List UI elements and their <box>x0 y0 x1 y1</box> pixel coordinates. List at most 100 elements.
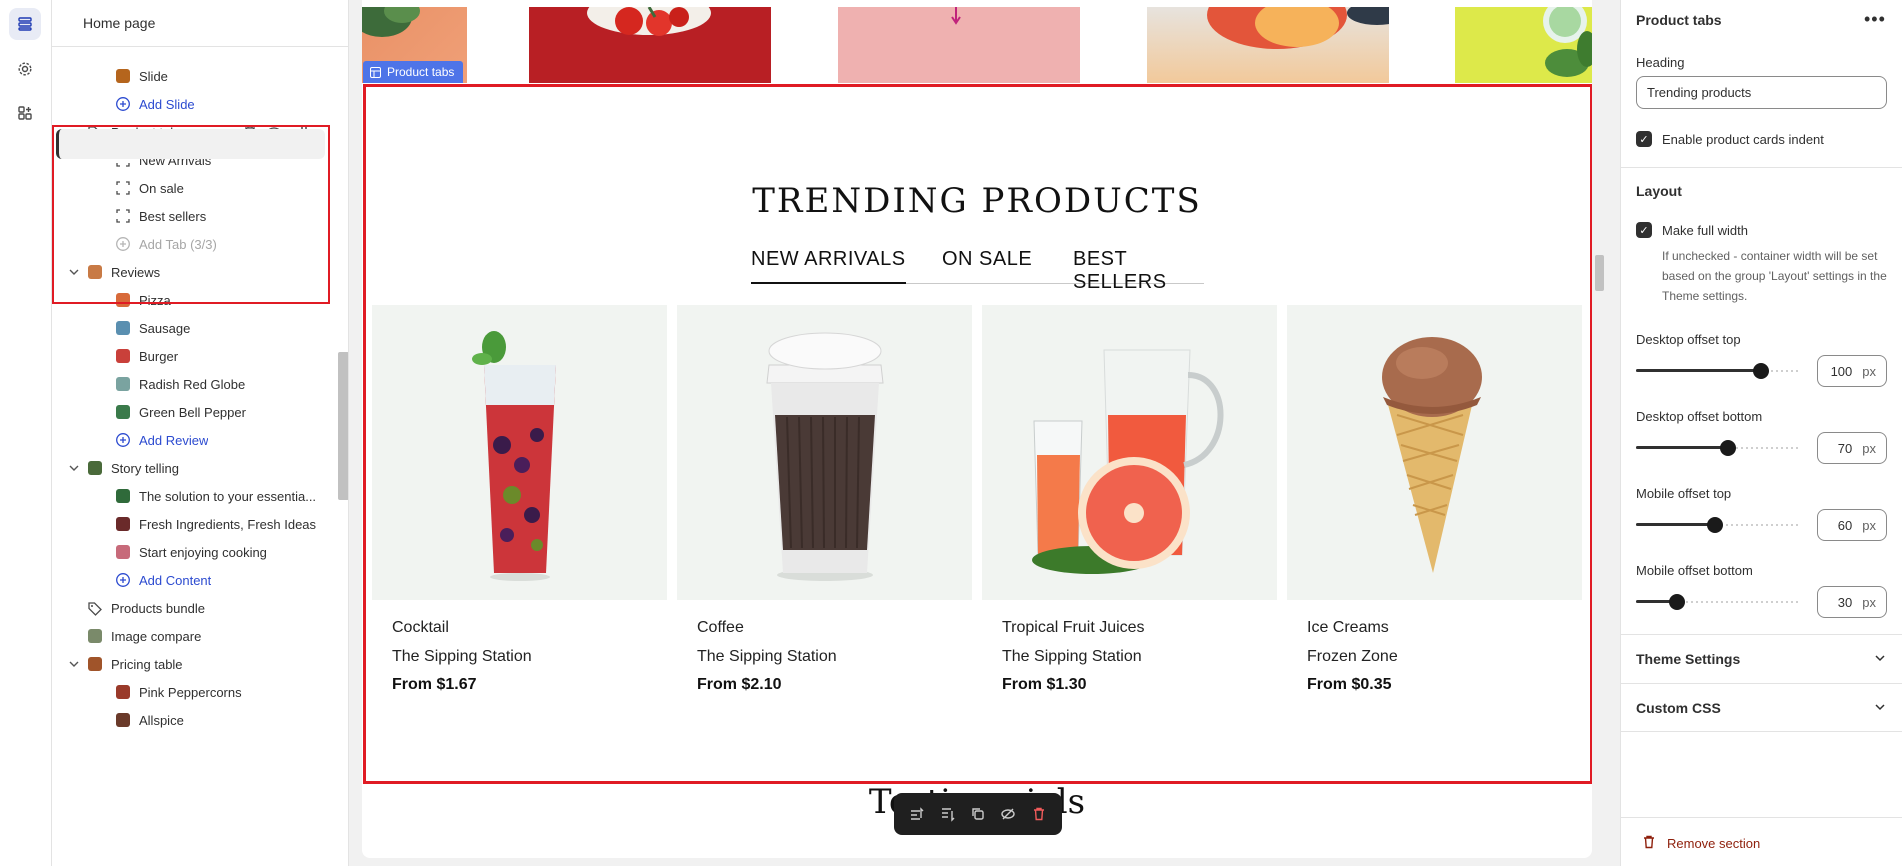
enable-indent-label: Enable product cards indent <box>1662 132 1824 147</box>
product-image-cocktail[interactable] <box>372 305 667 600</box>
canvas-scrollbar[interactable] <box>1592 0 1606 858</box>
heading-input[interactable] <box>1636 76 1887 109</box>
mobile-offset-top-input[interactable]: 60 px <box>1817 509 1887 541</box>
add-circle-icon <box>115 572 131 588</box>
section-tag[interactable]: Product tabs <box>363 61 464 83</box>
sidebar-item-label: Start enjoying cooking <box>139 545 267 560</box>
chevron-down-icon <box>1875 704 1885 711</box>
unit-text: px <box>1862 363 1876 379</box>
unit-text: px <box>1862 440 1876 456</box>
divider <box>1621 167 1902 168</box>
slide-image[interactable] <box>838 7 1080 83</box>
app-rail <box>0 0 52 866</box>
enable-indent-checkbox[interactable]: ✓ <box>1636 131 1652 147</box>
slider-knob[interactable] <box>1669 594 1685 610</box>
theme-settings-toggle[interactable]: Theme Settings <box>1621 634 1902 682</box>
chevron-down-icon[interactable] <box>68 462 80 474</box>
product-price: From $1.67 <box>392 676 477 693</box>
slider-knob[interactable] <box>1753 363 1769 379</box>
product-name[interactable]: Coffee <box>697 619 744 637</box>
sidebar-item-label: The solution to your essentia... <box>139 489 317 504</box>
product-tabs-highlight <box>52 125 330 304</box>
product-card[interactable]: Cocktail The Sipping Station From $1.67 <box>372 305 667 693</box>
move-up-icon[interactable] <box>905 802 929 826</box>
sidebar-item-label: Fresh Ingredients, Fresh Ideas <box>139 517 317 532</box>
value-text: 60 <box>1837 517 1853 533</box>
sidebar-item-label: Products bundle <box>111 601 205 616</box>
full-width-checkbox[interactable]: ✓ <box>1636 222 1652 238</box>
thumbnail-icon <box>87 656 103 672</box>
mobile-offset-bottom-input[interactable]: 30 px <box>1817 586 1887 618</box>
product-vendor: The Sipping Station <box>1002 648 1142 665</box>
product-image-coffee[interactable] <box>677 305 972 600</box>
mobile-offset-top-slider[interactable] <box>1636 517 1800 533</box>
preview-canvas: Product tabs TRENDING PRODUCTS NEW ARRIV… <box>362 0 1592 858</box>
delete-icon[interactable] <box>1027 802 1051 826</box>
product-price: From $0.35 <box>1307 676 1392 693</box>
value-text: 70 <box>1837 440 1853 456</box>
remove-section-button[interactable]: Remove section <box>1621 817 1902 866</box>
gear-icon[interactable] <box>9 53 41 85</box>
unit-text: px <box>1862 517 1876 533</box>
full-width-label: Make full width <box>1662 223 1748 238</box>
move-down-icon[interactable] <box>936 802 960 826</box>
sections-icon[interactable] <box>9 8 41 40</box>
product-card[interactable]: Coffee The Sipping Station From $2.10 <box>677 305 972 693</box>
slider-knob[interactable] <box>1720 440 1736 456</box>
product-price: From $2.10 <box>697 676 782 693</box>
remove-section-label: Remove section <box>1667 836 1761 851</box>
theme-settings-label: Theme Settings <box>1636 651 1741 667</box>
tab-on-sale[interactable]: ON SALE <box>942 248 1032 271</box>
product-image-juices[interactable] <box>982 305 1277 600</box>
trash-icon <box>1644 835 1654 849</box>
product-name[interactable]: Tropical Fruit Juices <box>1002 619 1145 637</box>
tab-best-sellers[interactable]: BEST SELLERS <box>1073 248 1204 294</box>
chevron-down-icon[interactable] <box>68 658 80 670</box>
slider-label: Mobile offset bottom <box>1636 563 1753 578</box>
product-name[interactable]: Ice Creams <box>1307 619 1389 637</box>
apps-icon[interactable] <box>9 97 41 129</box>
slide-image[interactable] <box>529 0 771 83</box>
product-card[interactable]: Tropical Fruit Juices The Sipping Statio… <box>982 305 1277 693</box>
slider-knob[interactable] <box>1707 517 1723 533</box>
section-grid-icon <box>370 66 381 78</box>
sidebar-item-label: Story telling <box>111 461 179 476</box>
canvas-scrollbar-thumb[interactable] <box>1595 255 1604 291</box>
more-actions-icon[interactable]: ••• <box>1864 9 1886 30</box>
sidebar-item-label: Add Content <box>139 573 212 588</box>
settings-panel: Product tabs ••• Heading ✓ Enable produc… <box>1620 0 1902 866</box>
slide-image[interactable] <box>1147 0 1407 83</box>
value-text: 100 <box>1830 363 1853 379</box>
custom-css-label: Custom CSS <box>1636 700 1721 716</box>
product-name[interactable]: Cocktail <box>392 619 449 637</box>
value-text: 30 <box>1837 594 1853 610</box>
section-heading: TRENDING PRODUCTS <box>752 181 1202 221</box>
tab-new-arrivals[interactable]: NEW ARRIVALS <box>751 248 906 284</box>
product-card[interactable]: Ice Creams Frozen Zone From $0.35 <box>1287 305 1582 693</box>
duplicate-icon[interactable] <box>966 802 990 826</box>
desktop-offset-bottom-slider[interactable] <box>1636 440 1800 456</box>
divider <box>1621 731 1902 732</box>
hide-icon[interactable] <box>996 802 1020 826</box>
sidebar-item-allspice[interactable]: Allspice <box>52 703 334 737</box>
thumbnail-icon <box>115 488 131 504</box>
unit-text: px <box>1862 594 1876 610</box>
add-circle-icon <box>115 96 131 112</box>
thumbnail-icon <box>115 68 131 84</box>
mobile-offset-bottom-slider[interactable] <box>1636 594 1800 610</box>
sidebar-item-label: Image compare <box>111 629 202 644</box>
product-image-ice-creams[interactable] <box>1287 305 1582 600</box>
sidebar-item-label: Pink Peppercorns <box>139 685 242 700</box>
sidebar-scrollbar[interactable] <box>336 52 348 862</box>
section-floating-toolbar <box>894 793 1062 835</box>
sidebar-item-label: Green Bell Pepper <box>139 405 246 420</box>
slide-image[interactable] <box>1455 0 1592 83</box>
desktop-offset-top-input[interactable]: 100 px <box>1817 355 1887 387</box>
thumbnail-icon <box>115 712 131 728</box>
thumbnail-icon <box>115 348 131 364</box>
custom-css-toggle[interactable]: Custom CSS <box>1621 683 1902 731</box>
sidebar-scrollbar-thumb[interactable] <box>338 352 348 500</box>
section-tag-label: Product tabs <box>387 65 455 79</box>
desktop-offset-bottom-input[interactable]: 70 px <box>1817 432 1887 464</box>
desktop-offset-top-slider[interactable] <box>1636 363 1800 379</box>
